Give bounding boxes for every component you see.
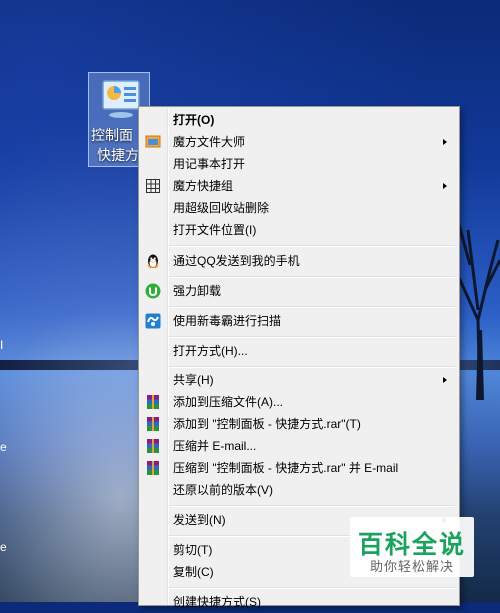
menu-item-label: 用超级回收站删除 <box>173 201 270 215</box>
menu-item-label: 用记事本打开 <box>173 157 246 171</box>
winrar-icon <box>147 461 159 475</box>
menu-item-open-with[interactable]: 打开方式(H)... <box>141 340 457 362</box>
menu-item-label: 魔方快捷组 <box>173 179 234 193</box>
menu-separator <box>169 366 455 368</box>
edge-mark: e <box>0 540 7 554</box>
menu-item-label: 共享(H) <box>173 373 214 387</box>
menu-item-force-uninstall[interactable]: 强力卸载 <box>141 280 457 302</box>
menu-item-add-to-archive[interactable]: 添加到压缩文件(A)... <box>141 391 457 413</box>
menu-item-label: 添加到 "控制面板 - 快捷方式.rar"(T) <box>173 417 361 431</box>
menu-separator <box>169 336 455 338</box>
menu-item-label: 还原以前的版本(V) <box>173 483 273 497</box>
submenu-arrow-icon <box>443 377 447 383</box>
menu-item-label: 强力卸载 <box>173 284 222 298</box>
menu-item-label: 复制(C) <box>173 565 214 579</box>
winrar-icon <box>147 395 159 409</box>
menu-item-open[interactable]: 打开(O) <box>141 109 457 131</box>
menu-item-label: 压缩并 E-mail... <box>173 439 257 453</box>
submenu-arrow-icon <box>443 139 447 145</box>
menu-item-label: 打开(O) <box>173 113 215 127</box>
menu-item-compress-to-rar-and-email[interactable]: 压缩到 "控制面板 - 快捷方式.rar" 并 E-mail <box>141 457 457 479</box>
menu-item-super-recycle-delete[interactable]: 用超级回收站删除 <box>141 197 457 219</box>
menu-item-label: 打开文件位置(I) <box>173 223 257 237</box>
watermark-badge: 百科全说 助你轻松解决 <box>350 517 474 577</box>
menu-item-label: 剪切(T) <box>173 543 213 557</box>
menu-item-cube-file-master[interactable]: 魔方文件大师 <box>141 131 457 153</box>
menu-item-label: 打开方式(H)... <box>173 344 248 358</box>
green-uninstall-icon <box>145 283 161 299</box>
menu-separator <box>169 245 455 247</box>
control-panel-icon <box>102 80 140 118</box>
submenu-arrow-icon <box>443 183 447 189</box>
menu-item-share[interactable]: 共享(H) <box>141 369 457 391</box>
menu-item-send-via-qq[interactable]: 通过QQ发送到我的手机 <box>141 250 457 272</box>
edge-mark: e <box>0 440 7 454</box>
menu-item-create-shortcut[interactable]: 创建快捷方式(S) <box>141 591 457 613</box>
menu-separator <box>169 306 455 308</box>
edge-mark: I <box>0 338 4 352</box>
winrar-icon <box>147 439 159 453</box>
menu-item-open-file-location[interactable]: 打开文件位置(I) <box>141 219 457 241</box>
watermark-subtitle: 助你轻松解决 <box>369 559 454 574</box>
menu-item-restore-previous-versions[interactable]: 还原以前的版本(V) <box>141 479 457 501</box>
menu-item-add-to-named-rar[interactable]: 添加到 "控制面板 - 快捷方式.rar"(T) <box>141 413 457 435</box>
qq-penguin-icon <box>147 254 159 269</box>
menu-item-label: 通过QQ发送到我的手机 <box>173 254 300 268</box>
menu-item-cube-shortcut-group[interactable]: 魔方快捷组 <box>141 175 457 197</box>
menu-item-compress-and-email[interactable]: 压缩并 E-mail... <box>141 435 457 457</box>
grid-icon <box>146 179 160 193</box>
menu-item-label: 压缩到 "控制面板 - 快捷方式.rar" 并 E-mail <box>173 461 399 475</box>
menu-item-label: 发送到(N) <box>173 513 226 527</box>
menu-separator <box>169 276 455 278</box>
winrar-icon <box>147 417 159 431</box>
menu-item-label: 创建快捷方式(S) <box>173 595 261 609</box>
menu-item-label: 使用新毒霸进行扫描 <box>173 314 282 328</box>
menu-separator <box>169 505 455 507</box>
menu-item-duba-scan[interactable]: 使用新毒霸进行扫描 <box>141 310 457 332</box>
duba-shield-icon <box>145 313 161 329</box>
menu-item-label: 魔方文件大师 <box>173 135 246 149</box>
menu-item-open-with-notepad[interactable]: 用记事本打开 <box>141 153 457 175</box>
cube-master-icon <box>145 135 161 148</box>
menu-separator <box>169 587 455 589</box>
menu-item-label: 添加到压缩文件(A)... <box>173 395 283 409</box>
